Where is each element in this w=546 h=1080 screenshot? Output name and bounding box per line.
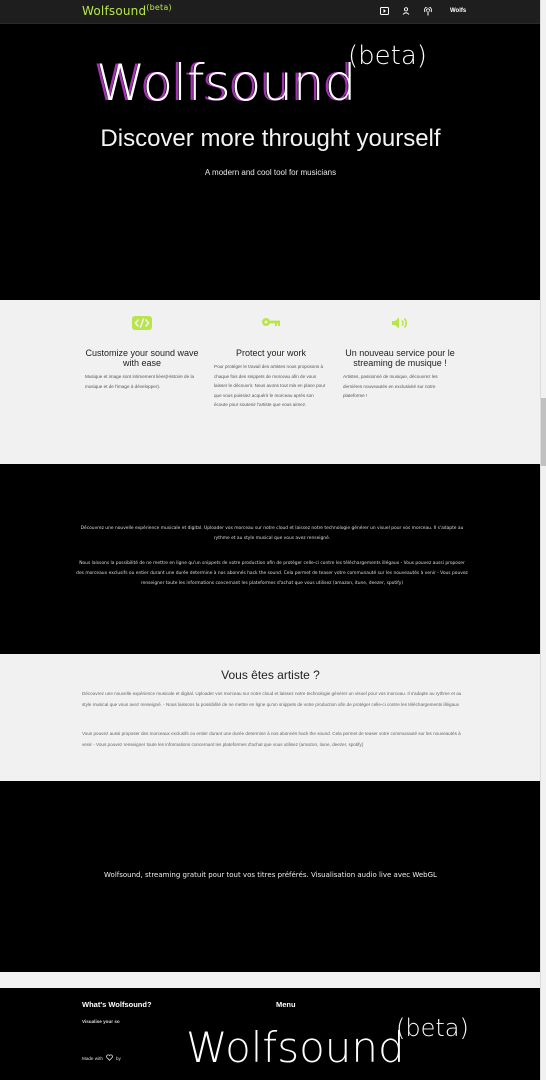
hero-logo: Wolfsound Wolfsound (beta) xyxy=(96,41,427,112)
footer: What's Wolfsound? Visualise your so Menu… xyxy=(0,988,541,1080)
brand-text: Wolfsound xyxy=(82,4,147,18)
intro-paragraph-1: Découvrez une nouvelle expérience musica… xyxy=(80,526,464,541)
hero-section: Wolfsound Wolfsound (beta) Discover more… xyxy=(0,24,541,300)
hero-headline: Discover more throught yourself xyxy=(100,125,441,152)
feature-title: Customize your sound wave with ease xyxy=(85,348,199,368)
podcast-icon[interactable] xyxy=(422,5,434,17)
feature-protect: Protect your work Pour protéger le trava… xyxy=(214,316,328,410)
footer-logo-text: Wolfsound xyxy=(186,1023,405,1068)
tagline-section: Wolfsound, streaming gratuit pour tout v… xyxy=(0,781,541,972)
footer-menu-title: Menu xyxy=(276,1000,296,1009)
artist-paragraph-1: Découvrez une nouvelle expérience musica… xyxy=(82,691,462,707)
feature-text: Pour protéger le travail des artistes no… xyxy=(214,364,326,407)
intro-paragraph-2: Nous laissons la possibilité de ne mettr… xyxy=(76,561,468,586)
volume-icon xyxy=(343,316,457,338)
footer-about-text: Visualise your so xyxy=(82,1019,120,1024)
artist-title: Vous êtes artiste ? xyxy=(221,668,320,682)
feature-title: Un nouveau service pour le streaming de … xyxy=(345,348,455,368)
made-with-text: Made with xyxy=(82,1055,103,1061)
code-icon xyxy=(85,316,199,338)
navbar-brand[interactable]: Wolfsound(beta) xyxy=(82,3,172,18)
play-square-icon[interactable] xyxy=(378,5,390,17)
tagline-text: Wolfsound, streaming gratuit pour tout v… xyxy=(104,871,437,879)
footer-logo-sup: (beta) xyxy=(396,1014,469,1042)
intro-section: Découvrez une nouvelle expérience musica… xyxy=(0,464,541,654)
feature-title: Protect your work xyxy=(235,348,307,358)
footer-logo: Wolfsound (beta) xyxy=(186,1014,469,1068)
hero-logo-sup: (beta) xyxy=(348,41,427,71)
feature-text: Artistes, passionné de musique, découvre… xyxy=(343,374,438,398)
footer-about-title: What's Wolfsound? xyxy=(82,1000,152,1009)
heart-icon xyxy=(106,1054,113,1062)
section-divider xyxy=(0,972,541,988)
made-by-text: by xyxy=(115,1055,121,1061)
navbar-icons: Wolfs xyxy=(378,5,466,17)
scrollbar-thumb[interactable] xyxy=(541,398,546,466)
key-icon xyxy=(214,316,328,338)
hero-subtitle: A modern and cool tool for musicians xyxy=(204,168,337,177)
feature-customize: Customize your sound wave with ease Musi… xyxy=(85,316,199,391)
user-icon[interactable] xyxy=(400,5,412,17)
brand-sup: (beta) xyxy=(146,3,172,12)
artist-section: Vous êtes artiste ? Découvrez une nouvel… xyxy=(0,654,541,781)
feature-streaming: Un nouveau service pour le streaming de … xyxy=(343,316,457,401)
features-section: Customize your sound wave with ease Musi… xyxy=(0,300,541,464)
footer-made-with: Made with by xyxy=(82,1054,121,1062)
feature-text: Musique et image sont intimement liées(H… xyxy=(85,374,195,389)
page-scrollbar[interactable] xyxy=(540,0,546,1080)
artist-paragraph-2: Vous pouvez aussi proposer des morceaux … xyxy=(82,731,461,747)
hero-logo-text: Wolfsound xyxy=(96,54,356,112)
user-name-link[interactable]: Wolfs xyxy=(450,8,466,14)
top-navbar: Wolfsound(beta) Wolfs xyxy=(0,0,541,24)
